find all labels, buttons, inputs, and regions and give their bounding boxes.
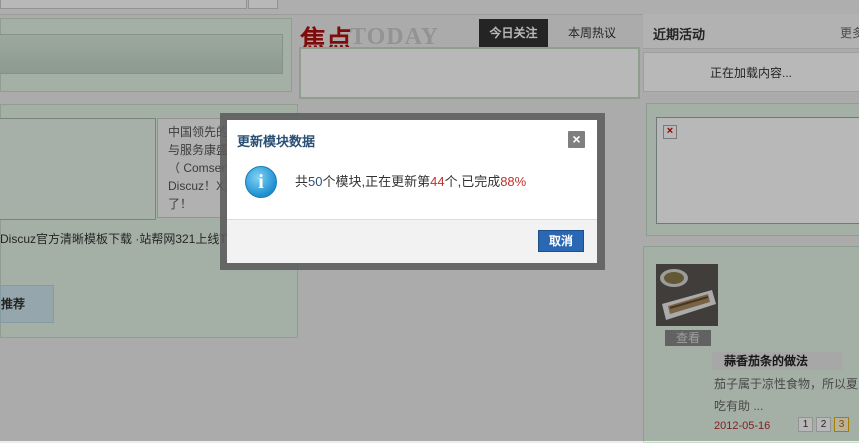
cancel-button[interactable]: 取消 [538, 230, 584, 252]
dialog-title: 更新模块数据 [237, 134, 316, 149]
dialog-message: 共50个模块,正在更新第44个,已完成88% [295, 171, 526, 190]
msg-percent: 88% [500, 174, 527, 189]
msg-prefix: 共 [295, 174, 309, 189]
close-icon[interactable]: × [568, 131, 585, 148]
msg-mid1: 个模块,正在更新第 [322, 174, 431, 189]
msg-total: 50 [308, 174, 323, 189]
msg-mid2: 个,已完成 [444, 174, 501, 189]
info-icon: i [245, 166, 277, 198]
msg-current: 44 [430, 174, 445, 189]
